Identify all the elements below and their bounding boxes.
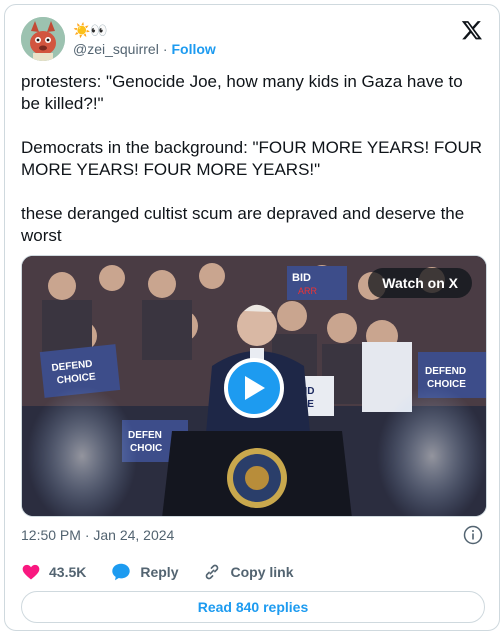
tweet-timestamp[interactable]: 12:50 PM · Jan 24, 2024: [21, 527, 174, 543]
sign-text: ARR: [298, 286, 318, 296]
info-icon[interactable]: [463, 525, 483, 545]
author-handle[interactable]: @zei_squirrel: [73, 41, 159, 57]
tweet-text: protesters: "Genocide Joe, how many kids…: [21, 72, 483, 245]
handle-row: @zei_squirrel · Follow: [73, 41, 216, 57]
x-logo-icon[interactable]: [461, 19, 483, 41]
sign-text: BID: [292, 272, 311, 284]
copy-link-button[interactable]: Copy link: [202, 562, 294, 582]
play-button[interactable]: [224, 358, 284, 418]
read-replies-button[interactable]: Read 840 replies: [21, 591, 485, 623]
tweet-card: ☀️👀 @zei_squirrel · Follow protesters: "…: [4, 4, 500, 631]
heart-icon: [22, 564, 40, 580]
like-button[interactable]: 43.5K: [21, 562, 86, 582]
svg-text:DEFEND: DEFEND: [425, 366, 466, 377]
reply-bubble-icon: [112, 563, 131, 581]
reply-button[interactable]: Reply: [110, 561, 178, 583]
copy-link-label: Copy link: [230, 564, 294, 580]
separator-dot: ·: [162, 41, 168, 57]
watch-on-x-button[interactable]: Watch on X: [368, 268, 472, 298]
avatar[interactable]: [21, 17, 65, 61]
display-name-emoji: ☀️👀: [73, 22, 108, 38]
action-bar: 43.5K Reply Copy link: [21, 561, 294, 583]
display-name[interactable]: ☀️👀: [73, 21, 108, 39]
reply-label: Reply: [140, 564, 179, 580]
play-icon: [245, 376, 265, 400]
link-icon: [206, 564, 219, 580]
video-player[interactable]: BID ARR DEFEND CHOICE DEFEND CHOICE DEFE…: [21, 255, 487, 517]
like-count: 43.5K: [49, 564, 87, 580]
follow-button[interactable]: Follow: [171, 41, 215, 57]
